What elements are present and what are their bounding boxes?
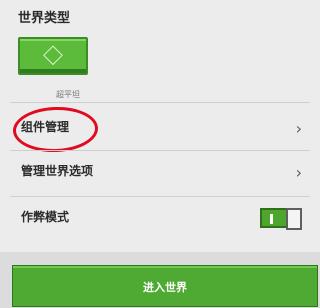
world-type-card[interactable]: 超平坦 [18,37,88,99]
enter-world-button[interactable]: 进入世界 [12,265,318,307]
world-settings-panel: 世界类型 超平坦 组件管理 › 管理世界选项 › 作弊模式 [0,0,320,252]
world-type-option-label: 超平坦 [56,90,80,99]
divider [10,102,310,103]
manage-world-options-row[interactable]: 管理世界选项 › [0,150,320,194]
manage-world-options-label: 管理世界选项 [21,164,94,178]
toggle-on-indicator [270,214,273,224]
diamond-icon [43,45,63,66]
cheat-mode-toggle[interactable] [260,208,302,230]
cheat-mode-label: 作弊模式 [21,210,70,224]
enter-world-label: 进入世界 [143,282,187,294]
chevron-right-icon: › [295,119,302,138]
toggle-knob[interactable] [286,208,302,230]
cheat-mode-row: 作弊模式 [0,196,320,240]
world-type-title: 世界类型 [18,11,71,26]
chevron-right-icon: › [295,163,302,182]
